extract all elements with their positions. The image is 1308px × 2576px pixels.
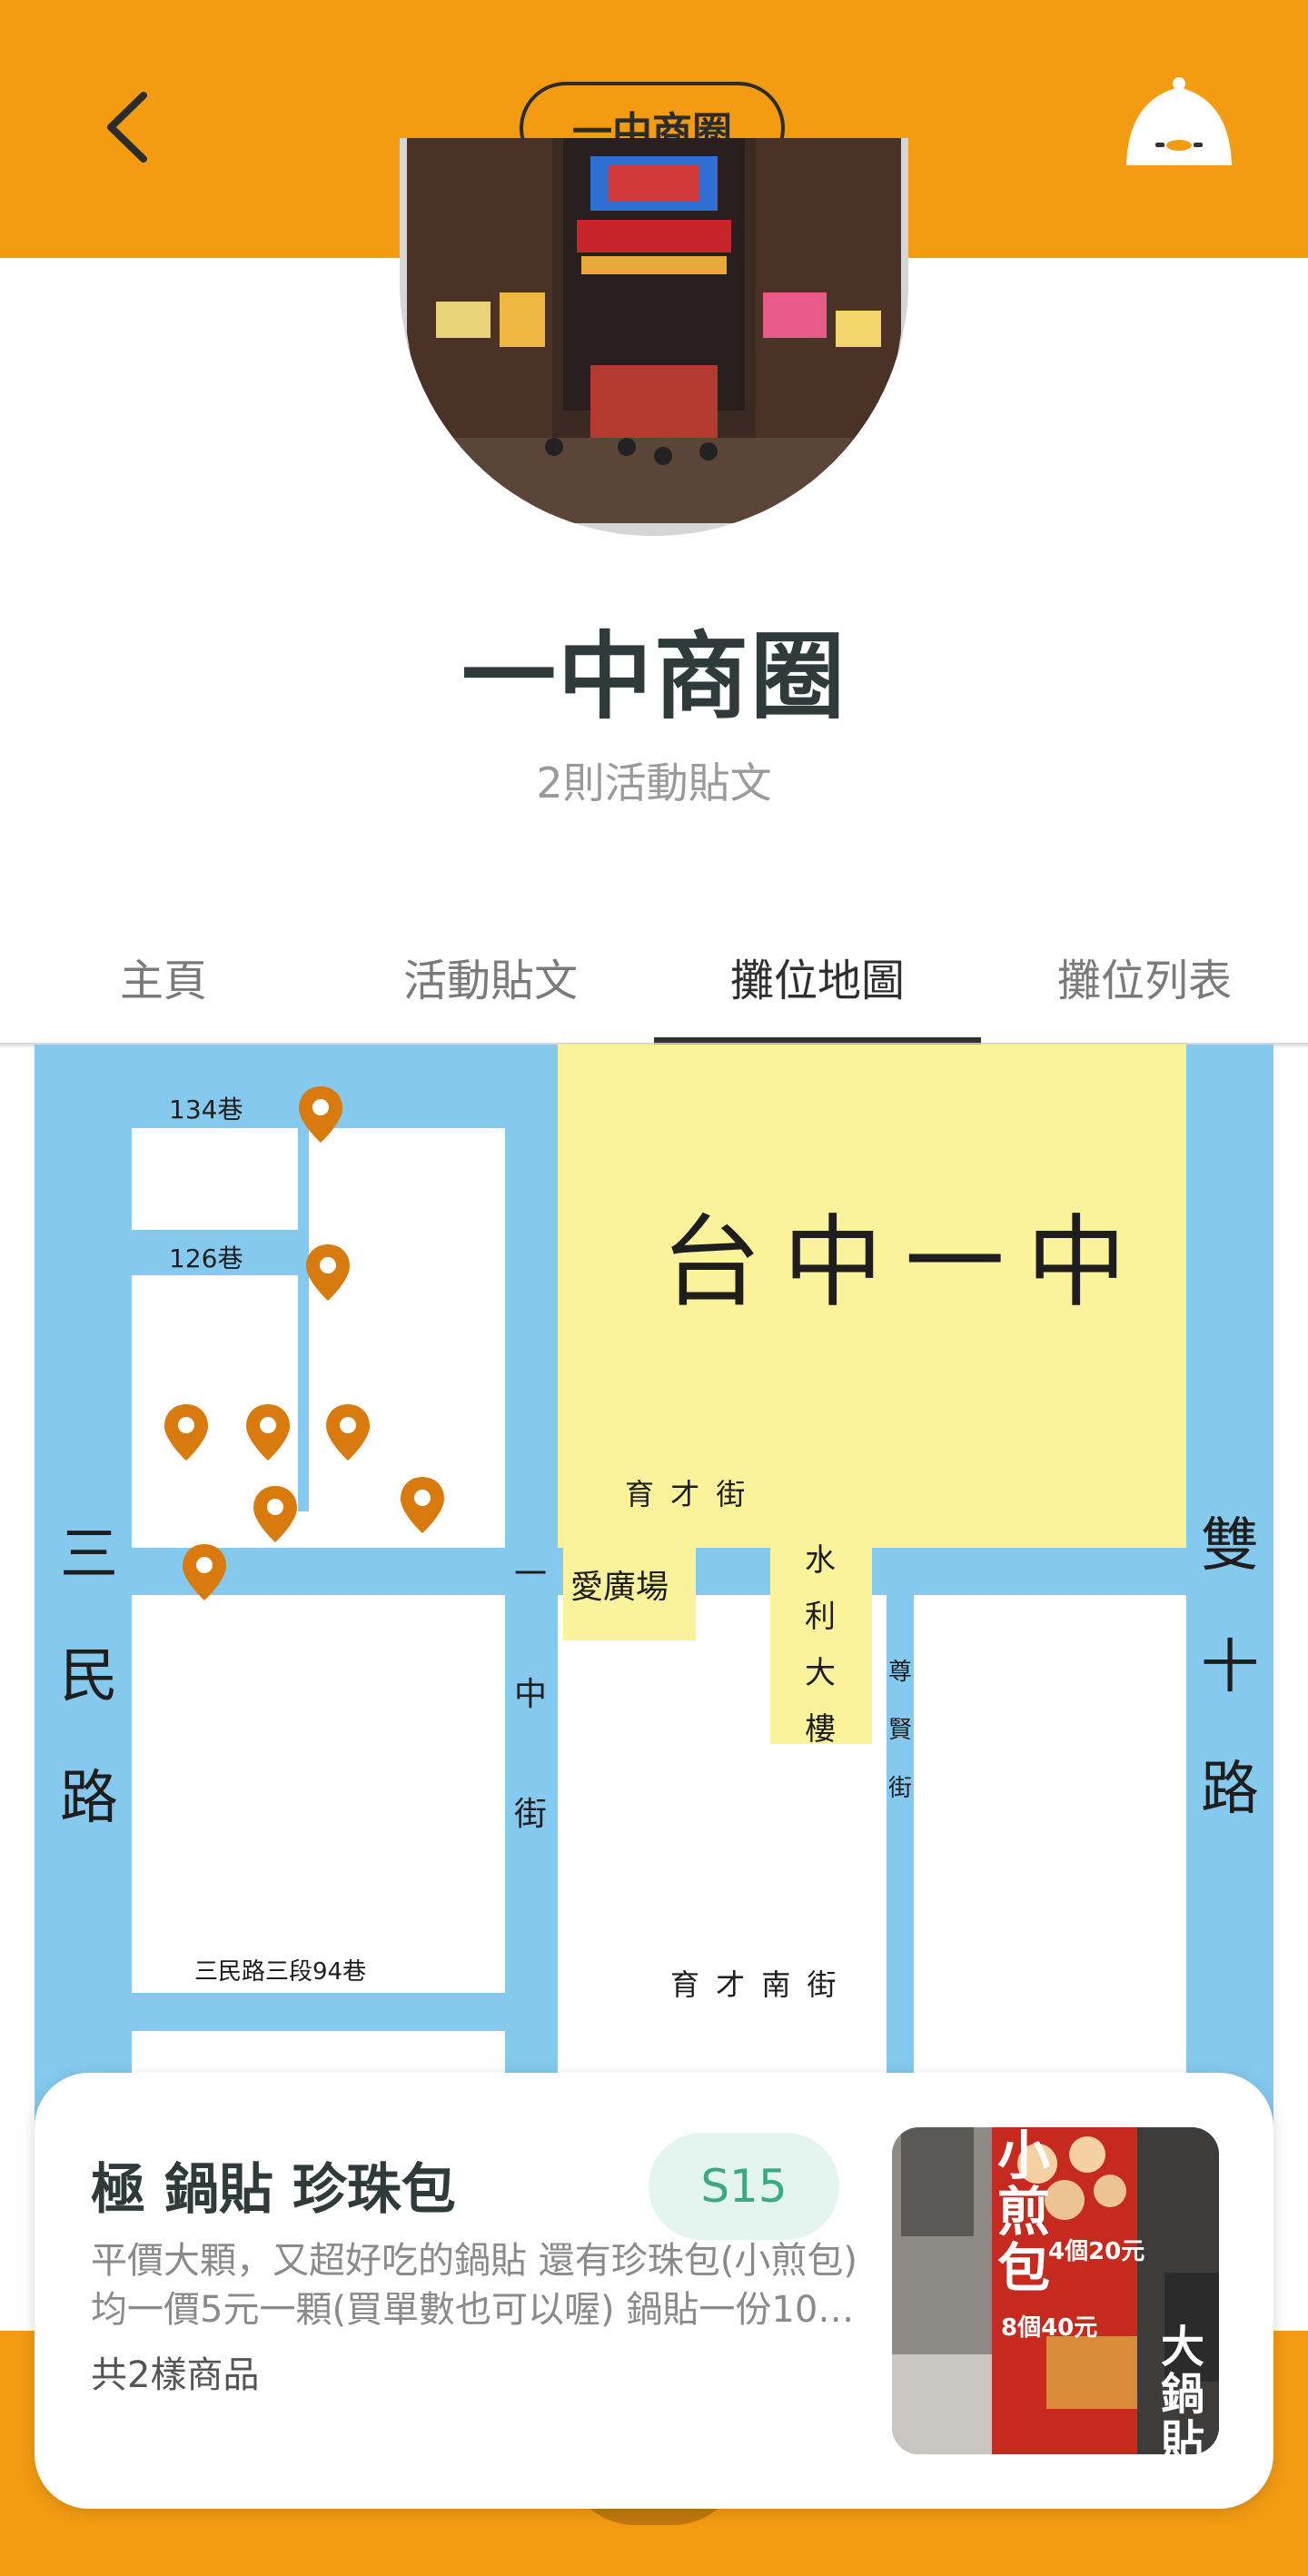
sign-text: 小 煎 包	[997, 2127, 1052, 2296]
map-block	[132, 1595, 505, 1993]
map-pin-icon[interactable]	[162, 1402, 211, 1462]
map-road	[298, 1128, 309, 1346]
map-pin-icon[interactable]	[303, 1243, 352, 1303]
map-label-building: 樓	[805, 1711, 836, 1748]
chevron-left-icon	[107, 92, 147, 163]
map-label-yizhong-street: 街	[514, 1796, 548, 1833]
sign-price-1: 4個20元	[1048, 2238, 1145, 2265]
tab-stall-list[interactable]: 攤位列表	[981, 917, 1308, 1045]
notification-button[interactable]	[1115, 73, 1243, 182]
map-label-building: 大	[805, 1655, 836, 1691]
map-label-lane-126: 126巷	[169, 1243, 243, 1273]
map-label-shuangshi-road: 路	[1201, 1756, 1259, 1823]
sign-line: 包	[997, 2237, 1051, 2299]
map-label-sanmin-road: 路	[60, 1765, 118, 1832]
map-label-sanmin-road: 三	[60, 1521, 118, 1589]
stall-thumbnail: 小 煎 包 4個20元 8個40元 大 鍋 貼	[892, 2127, 1219, 2454]
stall-number-badge: S15	[649, 2133, 839, 2240]
map-label-building: 水	[805, 1542, 836, 1579]
sign-line: 大	[1161, 2322, 1205, 2373]
map-label-yizhong-street: 一	[514, 1556, 548, 1593]
sign-line: 鍋	[1161, 2369, 1205, 2420]
map-label-sanmin-lane-94: 三民路三段94巷	[194, 1958, 367, 1986]
stall-item-count: 共2樣商品	[91, 2354, 260, 2396]
sign-price-2: 8個40元	[1001, 2314, 1098, 2342]
sign-line: 小	[997, 2127, 1051, 2186]
map-label-zunxian-street: 尊	[888, 1659, 913, 1686]
map-label-shuangshi-road: 十	[1201, 1634, 1259, 1701]
map-pin-icon[interactable]	[251, 1484, 300, 1544]
sign-text-2: 大 鍋 貼	[1161, 2323, 1206, 2454]
page-title: 一中商圈	[461, 621, 847, 732]
map-block	[132, 1128, 298, 1230]
map-label-building: 利	[805, 1599, 836, 1635]
map-pin-icon[interactable]	[323, 1402, 372, 1462]
stall-card[interactable]: 極 鍋貼 珍珠包 S15 平價大顆，又超好吃的鍋貼 還有珍珠包(小煎包) 均一價…	[35, 2073, 1273, 2509]
stall-name: 極 鍋貼 珍珠包	[91, 2158, 456, 2222]
map-label-shuangshi-road: 雙	[1201, 1512, 1259, 1580]
tab-activity-posts[interactable]: 活動貼文	[327, 917, 654, 1045]
back-button[interactable]	[91, 86, 173, 168]
map-label-zunxian-street: 街	[888, 1775, 913, 1802]
map-label-yizhong-street: 中	[514, 1676, 548, 1713]
map-label-aiguangchang: 愛廣場	[570, 1569, 669, 1606]
map-label-yucai-street: 育 才 街	[625, 1477, 749, 1511]
map-pin-icon[interactable]	[180, 1542, 229, 1602]
stall-description: 平價大顆，又超好吃的鍋貼 還有珍珠包(小煎包) 均一價5元一顆(買單數也可以喔)…	[91, 2240, 857, 2331]
post-count-subtitle: 2則活動貼文	[536, 758, 772, 807]
map-label-school: 台中一中	[661, 1204, 1148, 1321]
map-pin-icon[interactable]	[243, 1402, 292, 1462]
map-label-lane-134: 134巷	[169, 1095, 243, 1125]
tab-stall-map[interactable]: 攤位地圖	[654, 917, 981, 1045]
tab-home[interactable]: 主頁	[0, 917, 327, 1045]
map-pin-icon[interactable]	[296, 1085, 345, 1144]
district-avatar-photo	[400, 138, 908, 536]
bell-duck-icon	[1126, 77, 1232, 165]
map-label-sanmin-road: 民	[60, 1643, 118, 1710]
sign-line: 貼	[1161, 2416, 1205, 2454]
map-pin-icon[interactable]	[398, 1475, 447, 1535]
map-block	[914, 1595, 1186, 2096]
map-label-zunxian-street: 賢	[888, 1717, 913, 1744]
tab-bar: 主頁 活動貼文 攤位地圖 攤位列表	[0, 917, 1308, 1045]
sign-line: 煎	[997, 2181, 1051, 2243]
map-label-yucai-south-street: 育 才 南 街	[670, 1967, 840, 2002]
